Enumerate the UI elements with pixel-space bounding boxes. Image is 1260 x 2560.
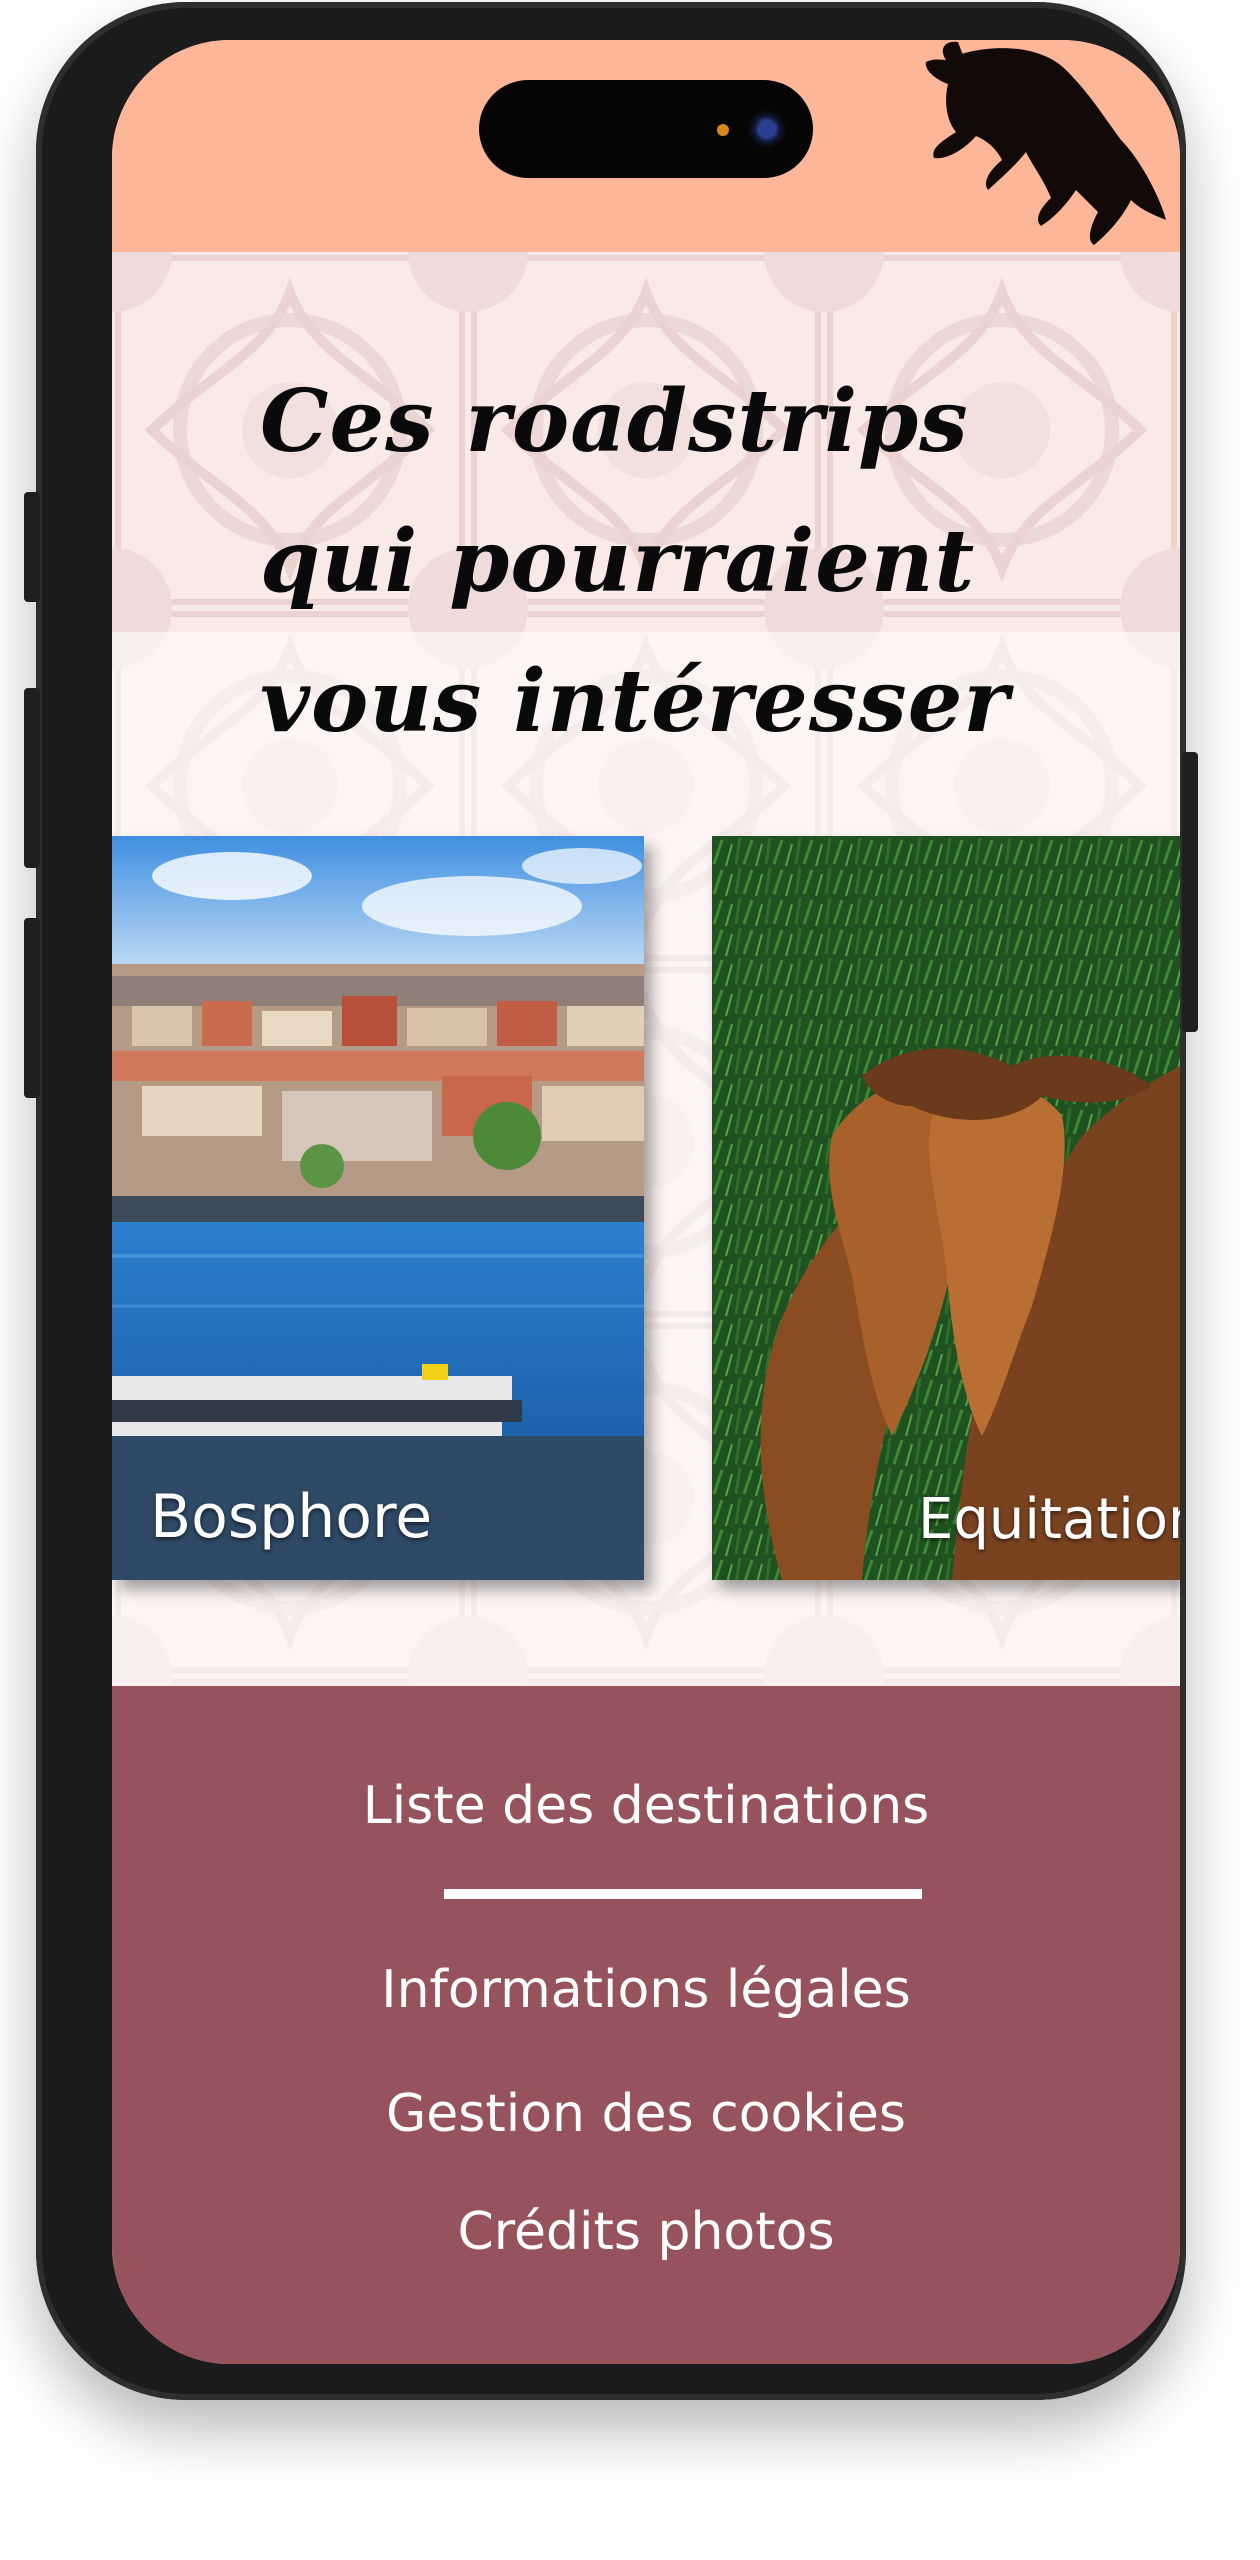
two-horses-on-grass-photo [712,836,1180,1580]
volume-down-button [24,918,40,1098]
top-bar [112,40,1180,252]
footer-link-photo-credits[interactable]: Crédits photos [112,2202,1180,2262]
headline-line: qui pourraient [260,511,976,612]
istanbul-bosphorus-photo [112,836,644,1580]
headline-line: vous intéresser [260,651,1010,752]
footer: Liste des destinations Informations léga… [112,1686,1180,2364]
action-button [24,492,40,602]
card-label: Bosphore [150,1482,433,1552]
footer-link-destinations[interactable]: Liste des destinations [112,1776,1180,1836]
headline-line: Ces roadstrips [260,371,969,472]
power-button [1182,752,1198,1032]
front-camera [747,109,787,149]
footer-link-legal[interactable]: Informations légales [112,1960,1180,2020]
hero-headline: Ces roadstrips qui pourraient vous intér… [260,352,1140,772]
destination-card-bosphore[interactable]: Bosphore [112,836,644,1580]
indicator-dot [717,124,729,136]
rearing-horse-icon[interactable] [916,40,1166,252]
footer-link-cookies[interactable]: Gestion des cookies [112,2084,1180,2144]
card-label: Equitation [918,1487,1180,1552]
footer-divider [444,1889,922,1899]
hero-section: Ces roadstrips qui pourraient vous intér… [112,252,1180,1686]
dynamic-island [479,80,813,178]
volume-up-button [24,688,40,868]
phone-frame: Ces roadstrips qui pourraient vous intér… [24,2,1198,2400]
destination-card-equitation[interactable]: Equitation [712,836,1180,1580]
phone-screen: Ces roadstrips qui pourraient vous intér… [112,40,1180,2364]
